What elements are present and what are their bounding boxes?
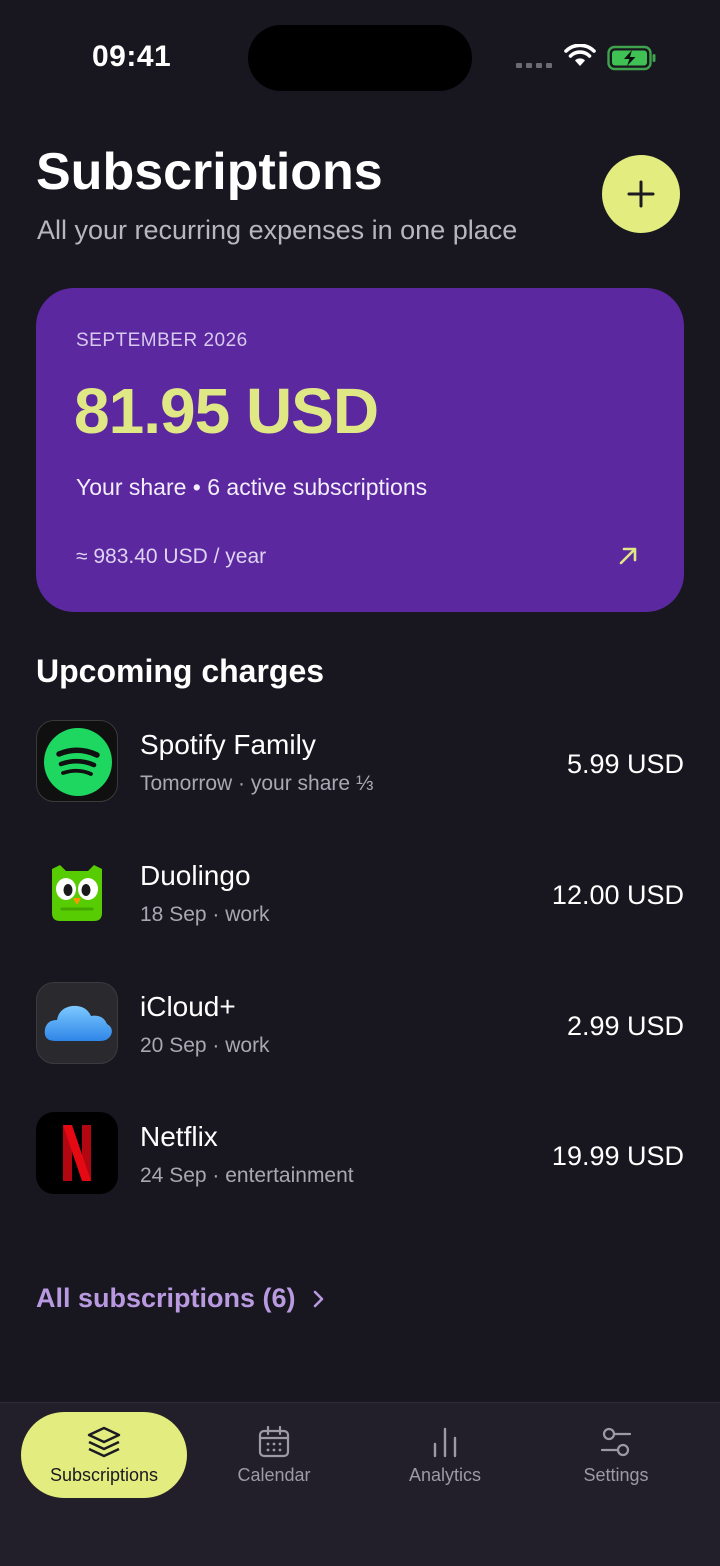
all-subscriptions-label: All subscriptions (6) — [36, 1283, 296, 1313]
duolingo-logo — [36, 851, 118, 933]
subscription-price: 12.00 USD — [551, 880, 684, 910]
summary-share-text: Your share • 6 active subscriptions — [76, 474, 428, 500]
tab-label: Settings — [583, 1464, 649, 1485]
add-subscription-button[interactable] — [602, 155, 680, 233]
tab-label: Calendar — [237, 1464, 311, 1485]
subscription-row-spotify[interactable]: Spotify Family Tomorrow · your share ⅓ 5… — [36, 720, 684, 804]
layers-icon — [87, 1426, 121, 1457]
tab-calendar[interactable]: Calendar — [191, 1412, 357, 1498]
netflix-logo — [36, 1112, 118, 1194]
upcoming-charges-title: Upcoming charges — [36, 653, 325, 689]
subscription-name: iCloud+ — [140, 991, 236, 1022]
arrow-up-right-icon[interactable] — [616, 544, 640, 568]
subscription-price: 5.99 USD — [566, 749, 684, 779]
tab-label: Analytics — [408, 1464, 482, 1485]
cellular-signal-icon — [516, 63, 552, 68]
tab-settings[interactable]: Settings — [533, 1412, 699, 1498]
summary-month: SEPTEMBER 2026 — [76, 330, 248, 351]
chevron-right-icon — [313, 1290, 323, 1307]
subscription-meta: 24 Sep · entertainment — [140, 1164, 354, 1187]
sliders-icon — [600, 1427, 632, 1456]
calendar-icon — [258, 1425, 290, 1457]
subscription-name: Duolingo — [140, 860, 251, 891]
subscription-row-duolingo[interactable]: Duolingo 18 Sep · work 12.00 USD — [36, 851, 684, 935]
page-subtitle: All your recurring expenses in one place — [37, 215, 518, 245]
subscription-meta: 18 Sep · work — [140, 903, 270, 926]
spotify-logo — [36, 720, 118, 802]
monthly-summary-card[interactable]: SEPTEMBER 2026 81.95 USD Your share • 6 … — [36, 288, 684, 612]
icloud-logo — [36, 982, 118, 1064]
bar-chart-icon — [433, 1427, 457, 1457]
plus-icon — [627, 180, 655, 208]
page-title: Subscriptions — [36, 143, 383, 201]
subscription-row-netflix[interactable]: Netflix 24 Sep · entertainment 19.99 USD — [36, 1112, 684, 1196]
tab-analytics[interactable]: Analytics — [362, 1412, 528, 1498]
subscription-price: 2.99 USD — [566, 1011, 684, 1041]
summary-yearly-total: ≈ 983.40 USD / year — [76, 545, 267, 568]
subscription-name: Netflix — [140, 1121, 218, 1152]
dynamic-island — [248, 25, 472, 91]
subscription-meta: 20 Sep · work — [140, 1034, 270, 1057]
bottom-tab-bar: Subscriptions Calendar Analytics Setting… — [0, 1402, 720, 1566]
summary-amount: 81.95 USD — [74, 375, 379, 447]
subscription-price: 19.99 USD — [551, 1141, 684, 1171]
subscription-meta: Tomorrow · your share ⅓ — [140, 772, 374, 795]
all-subscriptions-link[interactable]: All subscriptions (6) — [36, 1283, 326, 1314]
battery-charging-icon — [607, 45, 656, 71]
subscription-name: Spotify Family — [140, 729, 316, 760]
subscription-row-icloud[interactable]: iCloud+ 20 Sep · work 2.99 USD — [36, 982, 684, 1066]
tab-label: Subscriptions — [49, 1464, 159, 1485]
wifi-icon — [564, 44, 596, 66]
tab-subscriptions[interactable]: Subscriptions — [21, 1412, 187, 1498]
status-time: 09:41 — [92, 40, 172, 73]
